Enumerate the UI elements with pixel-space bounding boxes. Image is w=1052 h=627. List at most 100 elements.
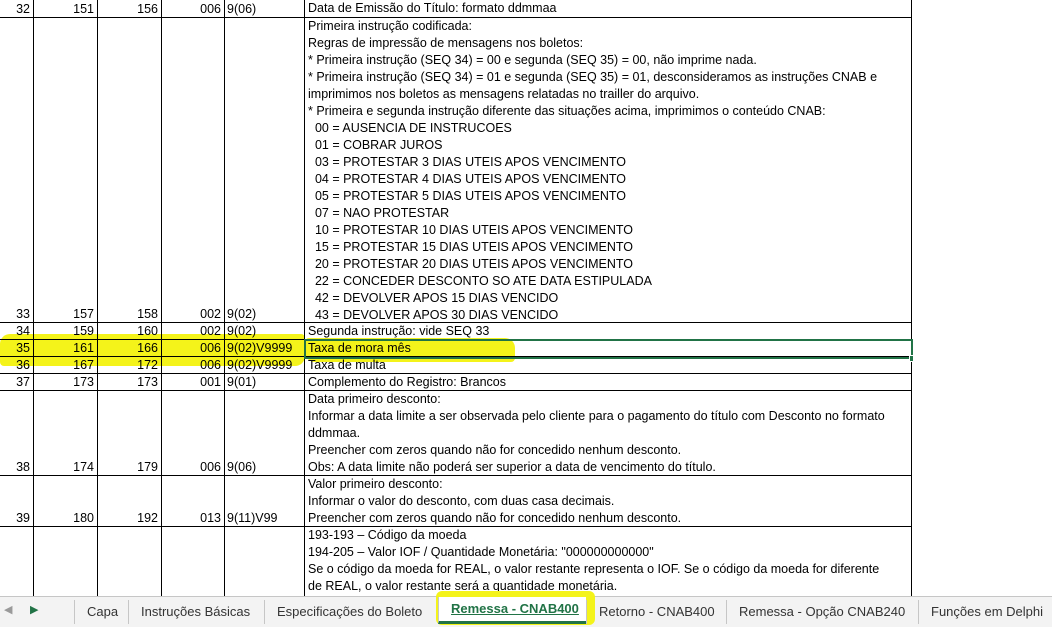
size-cell-value: 006 bbox=[200, 460, 221, 474]
scroll-tabs-right-icon[interactable]: ▶ bbox=[30, 603, 38, 616]
format-cell[interactable]: 9(06) bbox=[225, 391, 305, 475]
start-position-cell-value: 174 bbox=[73, 460, 94, 474]
sheet-tab[interactable]: Remessa - Opção CNAB240 bbox=[726, 600, 918, 624]
sheet-tab[interactable]: Remessa - CNAB400 bbox=[438, 597, 586, 624]
size-cell-value: 001 bbox=[200, 375, 221, 389]
start-position-cell[interactable] bbox=[34, 527, 98, 596]
format-cell-value: 9(06) bbox=[227, 460, 257, 474]
format-cell[interactable]: 9(02)V9999 bbox=[225, 340, 305, 356]
size-cell[interactable]: 002 bbox=[162, 323, 225, 339]
sheet-tab[interactable]: Retorno - CNAB400 bbox=[586, 600, 726, 624]
end-position-cell[interactable] bbox=[98, 527, 162, 596]
seq-cell-value: 39 bbox=[16, 511, 30, 525]
end-position-cell-value: 173 bbox=[137, 375, 158, 389]
seq-cell-value: 36 bbox=[16, 358, 30, 372]
table-row: 34 159 160 002 9(02) Segunda instrução: vide … bbox=[0, 323, 912, 340]
start-position-cell[interactable]: 151 bbox=[34, 0, 98, 17]
description-cell[interactable]: 193-193 – Código da moeda 194-205 – Valor… bbox=[305, 527, 912, 596]
seq-cell[interactable]: 33 bbox=[0, 18, 34, 322]
format-cell[interactable]: 9(01) bbox=[225, 374, 305, 390]
seq-cell[interactable]: 37 bbox=[0, 374, 34, 390]
description-cell[interactable]: Segunda instrução: vide SEQ 33 bbox=[305, 323, 912, 339]
format-cell-value: 9(02) bbox=[227, 307, 257, 321]
table-row: 36 167 172 006 9(02)V9999 Taxa de multa bbox=[0, 357, 912, 374]
table-row: 32 151 156 006 9(06) Data de Emissão do Títul… bbox=[0, 0, 912, 18]
start-position-cell-value: 151 bbox=[73, 2, 94, 16]
end-position-cell[interactable]: 173 bbox=[98, 374, 162, 390]
format-cell[interactable]: 9(11)V99 bbox=[225, 476, 305, 526]
description-cell[interactable]: Data primeiro desconto: Informar a data l… bbox=[305, 391, 912, 475]
description-line: Preencher com zeros quando não for conce… bbox=[308, 443, 682, 457]
format-cell-value: 9(06) bbox=[227, 2, 257, 16]
end-position-cell[interactable]: 179 bbox=[98, 391, 162, 475]
end-position-cell[interactable]: 158 bbox=[98, 18, 162, 322]
end-position-cell[interactable]: 172 bbox=[98, 357, 162, 373]
sheet-tab[interactable]: Funções em Delphi bbox=[918, 600, 1052, 624]
end-position-cell[interactable]: 160 bbox=[98, 323, 162, 339]
sheet-tab-bar: ◀ ▶ Capa Instruções Básicas Especificações… bbox=[0, 591, 1052, 627]
size-cell-value: 002 bbox=[200, 324, 221, 338]
size-cell[interactable]: 002 bbox=[162, 18, 225, 322]
description-line: 10 = PROTESTAR 10 DIAS UTEIS APOS VENCIM… bbox=[308, 223, 633, 237]
start-position-cell[interactable]: 159 bbox=[34, 323, 98, 339]
seq-cell[interactable] bbox=[0, 527, 34, 596]
description-cell[interactable]: Valor primeiro desconto: Informar o valor… bbox=[305, 476, 912, 526]
format-cell[interactable]: 9(02)V9999 bbox=[225, 357, 305, 373]
end-position-cell[interactable]: 192 bbox=[98, 476, 162, 526]
spreadsheet-grid[interactable]: 32 151 156 006 9(06) Data de Emissão do Títul… bbox=[0, 0, 1052, 596]
description-cell[interactable]: Taxa de multa bbox=[305, 357, 912, 373]
seq-cell-value: 34 bbox=[16, 324, 30, 338]
description-cell[interactable]: Complemento do Registro: Brancos bbox=[305, 374, 912, 390]
format-cell[interactable]: 9(02) bbox=[225, 323, 305, 339]
description-line: Segunda instrução: vide SEQ 33 bbox=[308, 324, 490, 338]
format-cell[interactable]: 9(06) bbox=[225, 0, 305, 17]
seq-cell[interactable]: 34 bbox=[0, 323, 34, 339]
table-row: 193-193 – Código da moeda 194-205 – Valor… bbox=[0, 527, 912, 596]
description-cell[interactable]: Data de Emissão do Título: formato ddmma… bbox=[305, 0, 912, 17]
format-cell[interactable] bbox=[225, 527, 305, 596]
size-cell[interactable]: 013 bbox=[162, 476, 225, 526]
seq-cell[interactable]: 39 bbox=[0, 476, 34, 526]
seq-cell[interactable]: 32 bbox=[0, 0, 34, 17]
size-cell[interactable]: 006 bbox=[162, 0, 225, 17]
format-cell-value: 9(11)V99 bbox=[227, 511, 278, 525]
end-position-cell-value: 192 bbox=[137, 511, 158, 525]
format-cell[interactable]: 9(02) bbox=[225, 18, 305, 322]
description-line: 01 = COBRAR JUROS bbox=[308, 138, 443, 152]
table-row: 38 174 179 006 9(06) Data primeiro desconto: I… bbox=[0, 391, 912, 476]
description-line: ddmmaa. bbox=[308, 426, 361, 440]
size-cell[interactable]: 006 bbox=[162, 340, 225, 356]
end-position-cell-value: 160 bbox=[137, 324, 158, 338]
description-line: 20 = PROTESTAR 20 DIAS UTEIS APOS VENCIM… bbox=[308, 257, 633, 271]
size-cell[interactable] bbox=[162, 527, 225, 596]
seq-cell[interactable]: 38 bbox=[0, 391, 34, 475]
scroll-tabs-left-icon[interactable]: ◀ bbox=[4, 603, 12, 616]
description-line: Obs: A data limite não poderá ser superi… bbox=[308, 460, 716, 474]
end-position-cell-value: 179 bbox=[137, 460, 158, 474]
size-cell-value: 013 bbox=[200, 511, 221, 525]
size-cell[interactable]: 006 bbox=[162, 391, 225, 475]
seq-cell[interactable]: 36 bbox=[0, 357, 34, 373]
sheet-tab[interactable]: Especificações do Boleto bbox=[264, 600, 438, 624]
sheet-tab[interactable]: Instruções Básicas bbox=[128, 600, 264, 624]
seq-cell-value: 37 bbox=[16, 375, 30, 389]
seq-cell[interactable]: 35 bbox=[0, 340, 34, 356]
start-position-cell[interactable]: 157 bbox=[34, 18, 98, 322]
size-cell[interactable]: 006 bbox=[162, 357, 225, 373]
end-position-cell[interactable]: 166 bbox=[98, 340, 162, 356]
seq-cell-value: 32 bbox=[16, 2, 30, 16]
start-position-cell[interactable]: 174 bbox=[34, 391, 98, 475]
start-position-cell[interactable]: 161 bbox=[34, 340, 98, 356]
description-line: Complemento do Registro: Brancos bbox=[308, 375, 507, 389]
size-cell-value: 002 bbox=[200, 307, 221, 321]
format-cell-value: 9(02)V9999 bbox=[227, 341, 293, 355]
description-cell[interactable]: Primeira instrução codificada: Regras de … bbox=[305, 18, 912, 322]
seq-cell-value: 35 bbox=[16, 341, 30, 355]
start-position-cell[interactable]: 167 bbox=[34, 357, 98, 373]
end-position-cell[interactable]: 156 bbox=[98, 0, 162, 17]
size-cell[interactable]: 001 bbox=[162, 374, 225, 390]
start-position-cell[interactable]: 173 bbox=[34, 374, 98, 390]
sheet-tab[interactable]: Capa bbox=[74, 600, 128, 624]
start-position-cell[interactable]: 180 bbox=[34, 476, 98, 526]
end-position-cell-value: 172 bbox=[137, 358, 158, 372]
